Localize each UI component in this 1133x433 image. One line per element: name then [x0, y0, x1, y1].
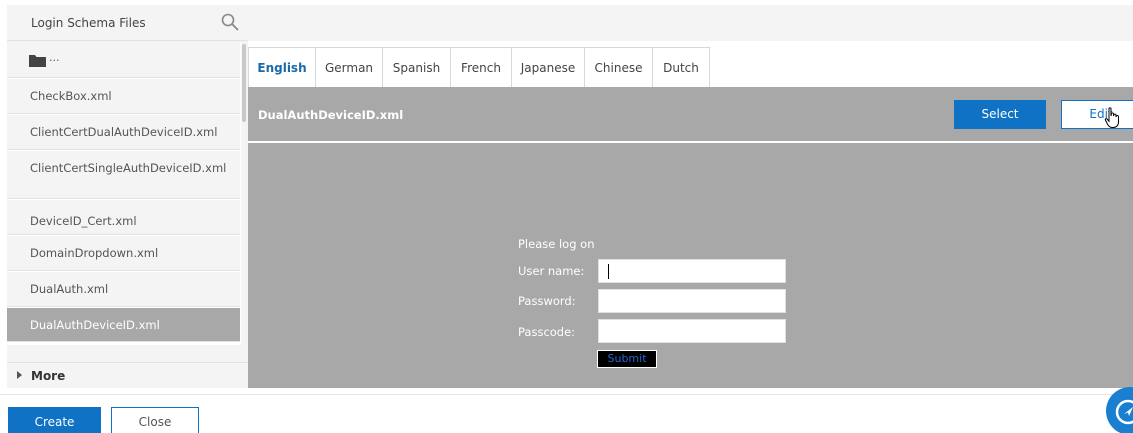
hand-cursor-icon: [1104, 107, 1122, 129]
list-item-label: DualAuth.xml: [30, 282, 109, 296]
list-item-label: DualAuthDeviceID.xml: [30, 318, 160, 332]
schema-file-panel: Login Schema Files ... CheckBox.xml Clie…: [7, 5, 248, 388]
list-item-label: DomainDropdown.xml: [30, 246, 159, 260]
tab-label: Dutch: [663, 61, 699, 75]
footer-divider: [0, 394, 1133, 395]
preview-divider: [248, 141, 1133, 143]
tab-english[interactable]: English: [248, 47, 316, 87]
tab-german[interactable]: German: [315, 47, 383, 87]
more-label: More: [31, 369, 66, 383]
password-label: Password:: [518, 294, 576, 308]
list-item[interactable]: CheckBox.xml: [7, 79, 240, 114]
more-toggle[interactable]: More: [7, 362, 248, 388]
tab-spanish[interactable]: Spanish: [382, 47, 451, 87]
tab-label: Japanese: [520, 61, 576, 75]
navigation-arrow-icon: [1115, 399, 1133, 425]
login-heading: Please log on: [518, 237, 595, 251]
folder-label: ...: [49, 51, 60, 64]
list-item-selected[interactable]: DualAuthDeviceID.xml: [7, 308, 240, 342]
folder-icon: [29, 54, 47, 67]
list-scrollbar[interactable]: [241, 42, 248, 345]
password-field[interactable]: [598, 289, 786, 313]
list-item-label: ClientCertSingleAuthDeviceID.xml: [30, 161, 227, 175]
preview-file-name: DualAuthDeviceID.xml: [258, 108, 404, 122]
create-button[interactable]: Create: [8, 407, 101, 433]
top-strip: [248, 5, 1133, 41]
tab-dutch[interactable]: Dutch: [652, 47, 710, 87]
language-tab-bar: English German Spanish French Japanese C…: [248, 47, 1133, 87]
tab-label: English: [257, 61, 307, 75]
list-item[interactable]: ClientCertSingleAuthDeviceID.xml: [7, 151, 240, 199]
select-button[interactable]: Select: [954, 100, 1046, 129]
passcode-field[interactable]: [598, 319, 786, 343]
username-label: User name:: [518, 264, 585, 278]
list-item-parent-folder[interactable]: ...: [7, 42, 240, 78]
login-schema-preview: DualAuthDeviceID.xml Select Edit Please …: [248, 87, 1133, 388]
username-field[interactable]: [598, 259, 786, 283]
list-item[interactable]: DomainDropdown.xml: [7, 236, 240, 271]
tab-chinese[interactable]: Chinese: [584, 47, 653, 87]
search-icon[interactable]: [221, 13, 239, 31]
passcode-label: Passcode:: [518, 325, 576, 339]
scrollbar-thumb[interactable]: [242, 44, 246, 122]
file-list: ... CheckBox.xml ClientCertDualAuthDevic…: [7, 42, 248, 345]
tab-label: German: [324, 61, 374, 75]
search-label: Login Schema Files: [31, 16, 146, 30]
list-item-label: DeviceID_Cert.xml: [30, 214, 137, 228]
list-item[interactable]: DeviceID_Cert.xml: [7, 200, 240, 235]
close-button[interactable]: Close: [111, 407, 199, 433]
tab-label: Spanish: [392, 61, 441, 75]
list-item-label: CheckBox.xml: [30, 89, 112, 103]
tab-label: French: [461, 61, 501, 75]
tab-label: Chinese: [594, 61, 643, 75]
tab-japanese[interactable]: Japanese: [511, 47, 585, 87]
text-caret: [608, 264, 609, 279]
submit-button[interactable]: Submit: [597, 350, 657, 368]
edit-button[interactable]: Edit: [1061, 100, 1133, 129]
list-item-label: ClientCertDualAuthDeviceID.xml: [30, 125, 218, 139]
list-item[interactable]: DualAuth.xml: [7, 272, 240, 307]
search-bar[interactable]: Login Schema Files: [7, 5, 248, 41]
caret-right-icon: [17, 371, 22, 379]
list-item[interactable]: ClientCertDualAuthDeviceID.xml: [7, 115, 240, 150]
tab-french[interactable]: French: [450, 47, 512, 87]
